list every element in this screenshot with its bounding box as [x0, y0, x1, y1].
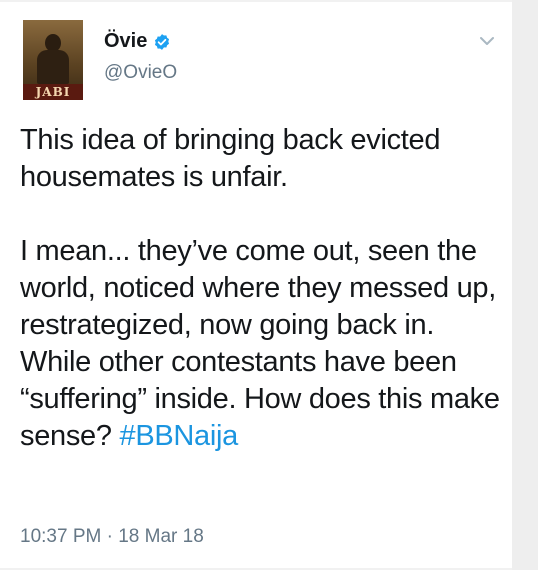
tweet-paragraph-2: I mean... they’ve come out, seen the wor… [20, 233, 500, 455]
avatar[interactable]: JABI [23, 20, 83, 100]
avatar-logo-text: JABI [23, 84, 83, 100]
tweet-card: JABI Övie @OvieO This idea of bringing b… [0, 2, 512, 568]
author-name[interactable]: Övie [104, 30, 147, 53]
avatar-body-shape [37, 50, 69, 84]
tweet-timestamp[interactable]: 10:37 PM · 18 Mar 18 [20, 526, 204, 548]
tweet-time: 10:37 PM [20, 526, 102, 547]
tweet-paragraph-2-text: I mean... they’ve come out, seen the wor… [20, 235, 500, 452]
verified-badge-icon [155, 33, 170, 50]
timestamp-separator: · [106, 526, 113, 547]
chevron-down-icon[interactable] [480, 36, 494, 46]
author-handle[interactable]: @OvieO [104, 62, 177, 84]
right-margin [512, 0, 538, 570]
tweet-text: This idea of bringing back evicted house… [20, 122, 500, 455]
tweet-date: 18 Mar 18 [118, 526, 204, 547]
tweet-paragraph-1: This idea of bringing back evicted house… [20, 124, 441, 193]
author-name-row: Övie [104, 30, 171, 53]
hashtag-link[interactable]: #BBNaija [119, 420, 238, 452]
